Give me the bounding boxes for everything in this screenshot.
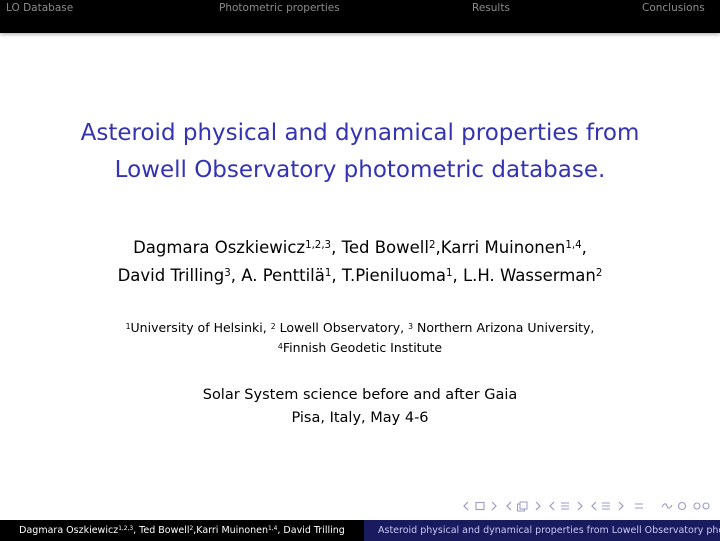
author-affiliation-mark: 1,2,3 — [305, 240, 332, 252]
affiliation-line-2: 4Finnish Geodetic Institute — [0, 338, 720, 358]
affiliation-name: University of Helsinki, — [130, 320, 271, 335]
frame-icon[interactable] — [474, 500, 486, 512]
footer-authors: Dagmara Oszkiewicz1,2,3, Ted Bowell2,Kar… — [0, 520, 364, 541]
slide-footer: Dagmara Oszkiewicz1,2,3, Ted Bowell2,Kar… — [0, 520, 720, 541]
footer-affiliation-mark: 1,4 — [268, 526, 278, 533]
next-subsection-icon[interactable] — [532, 500, 542, 512]
author-list: Dagmara Oszkiewicz1,2,3, Ted Bowell2,Kar… — [0, 234, 720, 290]
first-slide-icon[interactable] — [462, 500, 472, 512]
author-affiliation-mark: 3 — [224, 268, 231, 280]
prev-section-icon[interactable] — [548, 500, 558, 512]
affiliation-mark: 4 — [277, 341, 283, 351]
author-name: L.H. Wasserman — [462, 266, 596, 285]
author-affiliation-mark: 2 — [428, 240, 436, 252]
section-navigation-bar: LO Database Photometric properties Resul… — [0, 0, 720, 33]
author-name: David Trilling — [117, 266, 225, 285]
footer-affiliation-mark: 1,2,3 — [118, 526, 134, 533]
footer-author-text: , David Trilling — [277, 525, 345, 536]
author-separator: , — [331, 266, 342, 285]
author-separator: , — [452, 266, 463, 285]
author-name: Karri Muinonen — [440, 238, 566, 257]
footer-author-text: , Ted Bowell — [133, 525, 190, 536]
affiliation-mark: 1 — [125, 321, 131, 331]
author-affiliation-mark: 1,4 — [565, 240, 582, 252]
affiliation-line-1: 1University of Helsinki, 2 Lowell Observ… — [0, 318, 720, 338]
author-separator: , — [331, 238, 342, 257]
author-separator: , — [581, 238, 587, 257]
next-doc-icon[interactable] — [615, 500, 625, 512]
appendix-icon[interactable] — [633, 500, 645, 512]
nav-section-conclusions[interactable]: Conclusions — [642, 2, 705, 14]
footer-title: Asteroid physical and dynamical properti… — [364, 520, 720, 541]
subsection-icon[interactable] — [516, 500, 530, 514]
author-affiliation-mark: 1 — [324, 268, 332, 280]
prev-subsection-icon[interactable] — [505, 500, 515, 512]
footer-author-text: ,Karri Muinonen — [193, 525, 269, 536]
affiliation-name: Lowell Observatory, — [275, 320, 409, 335]
affiliation-mark: 2 — [270, 321, 276, 331]
author-name: Ted Bowell — [341, 238, 429, 257]
affiliations: 1University of Helsinki, 2 Lowell Observ… — [0, 318, 720, 358]
author-name: Dagmara Oszkiewicz — [133, 238, 306, 257]
next-section-icon[interactable] — [574, 500, 584, 512]
author-name: T.Pieniluoma — [341, 266, 446, 285]
next-frame-icon[interactable] — [488, 500, 498, 512]
slide-title: Asteroid physical and dynamical properti… — [0, 115, 720, 189]
author-separator: , — [230, 266, 242, 285]
undo-icon[interactable] — [675, 500, 689, 512]
conference-name: Solar System science before and after Ga… — [202, 387, 518, 403]
prev-doc-icon[interactable] — [590, 500, 600, 512]
beamer-navigation-symbols — [0, 498, 720, 518]
section-icon[interactable] — [559, 500, 571, 512]
slide-title-line-1: Asteroid physical and dynamical properti… — [80, 120, 640, 146]
footer-affiliation-mark: 2 — [189, 526, 194, 533]
affiliation-name: Northern Arizona University, — [413, 320, 595, 335]
conference-info: Solar System science before and after Ga… — [0, 384, 720, 430]
author-line-1: Dagmara Oszkiewicz1,2,3, Ted Bowell2, Kar… — [0, 234, 720, 262]
nav-section-results[interactable]: Results — [472, 2, 510, 14]
conference-place-date: Pisa, Italy, May 4-6 — [291, 410, 429, 426]
search-icon[interactable] — [660, 500, 674, 512]
nav-section-lo-database[interactable]: LO Database — [6, 2, 73, 14]
nav-section-photometric-properties[interactable]: Photometric properties — [219, 2, 340, 14]
slide-title-line-2: Lowell Observatory photometric database. — [114, 157, 606, 183]
author-affiliation-mark: 2 — [595, 268, 603, 280]
author-line-2: David Trilling3, A. Penttilä1, T.Pienilu… — [0, 262, 720, 290]
affiliation-name: Finnish Geodetic Institute — [282, 340, 443, 355]
document-icon[interactable] — [600, 500, 612, 512]
affiliation-mark: 3 — [408, 321, 413, 331]
redo-icon[interactable] — [692, 500, 712, 512]
author-name: A. Penttilä — [241, 266, 325, 285]
footer-author-text: Dagmara Oszkiewicz — [19, 525, 119, 536]
author-affiliation-mark: 1 — [445, 268, 453, 280]
